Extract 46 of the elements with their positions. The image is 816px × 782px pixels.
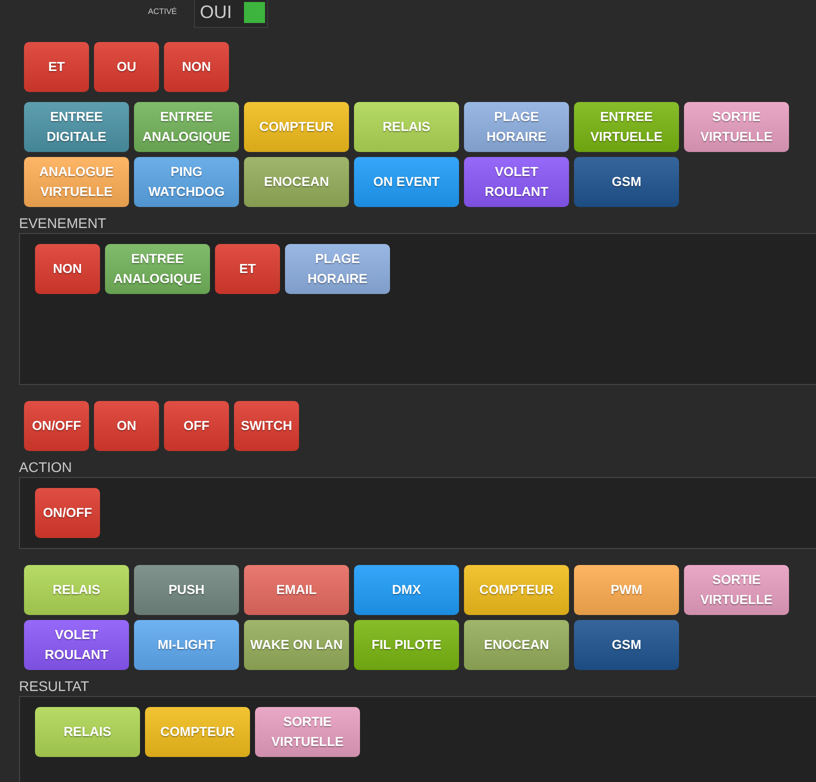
module-button[interactable]: GSM — [574, 620, 679, 670]
module-button[interactable]: ON — [94, 401, 159, 451]
module-button[interactable]: ENOCEAN — [244, 157, 349, 207]
module-button[interactable]: SWITCH — [234, 401, 299, 451]
active-toggle[interactable]: OUI — [194, 0, 268, 28]
module-button[interactable]: NON — [164, 42, 229, 92]
module-button[interactable]: DMX — [354, 565, 459, 615]
module-button[interactable]: NON — [35, 244, 100, 294]
module-button[interactable]: VOLET ROULANT — [464, 157, 569, 207]
module-button[interactable]: ENTREE DIGITALE — [24, 102, 129, 152]
module-button[interactable]: COMPTEUR — [145, 707, 250, 757]
section-title: RESULTAT — [19, 678, 90, 694]
section-title: EVENEMENT — [19, 215, 108, 231]
module-button[interactable]: OU — [94, 42, 159, 92]
active-label: ACTIVÉ — [148, 6, 177, 16]
module-button[interactable]: ON/OFF — [35, 488, 100, 538]
module-button[interactable]: ENOCEAN — [464, 620, 569, 670]
module-button[interactable]: PING WATCHDOG — [134, 157, 239, 207]
module-button[interactable]: RELAIS — [24, 565, 129, 615]
module-button[interactable]: MI-LIGHT — [134, 620, 239, 670]
module-button[interactable]: PLAGE HORAIRE — [285, 244, 390, 294]
module-button[interactable]: PWM — [574, 565, 679, 615]
module-button[interactable]: ENTREE VIRTUELLE — [574, 102, 679, 152]
module-button[interactable]: RELAIS — [35, 707, 140, 757]
module-button[interactable]: ENTREE ANALOGIQUE — [105, 244, 210, 294]
module-button[interactable]: SORTIE VIRTUELLE — [255, 707, 360, 757]
module-button[interactable]: OFF — [164, 401, 229, 451]
module-button[interactable]: GSM — [574, 157, 679, 207]
module-button[interactable]: ET — [24, 42, 89, 92]
module-button[interactable]: ANALOGUE VIRTUELLE — [24, 157, 129, 207]
module-button[interactable]: VOLET ROULANT — [24, 620, 129, 670]
module-button[interactable]: PUSH — [134, 565, 239, 615]
module-button[interactable]: COMPTEUR — [244, 102, 349, 152]
section-title: ACTION — [19, 459, 73, 475]
module-button[interactable]: ON EVENT — [354, 157, 459, 207]
module-button[interactable]: ON/OFF — [24, 401, 89, 451]
module-button[interactable]: RELAIS — [354, 102, 459, 152]
module-button[interactable]: ENTREE ANALOGIQUE — [134, 102, 239, 152]
module-button[interactable]: COMPTEUR — [464, 565, 569, 615]
module-button[interactable]: ET — [215, 244, 280, 294]
module-button[interactable]: PLAGE HORAIRE — [464, 102, 569, 152]
module-button[interactable]: SORTIE VIRTUELLE — [684, 565, 789, 615]
module-button[interactable]: EMAIL — [244, 565, 349, 615]
module-button[interactable]: FIL PILOTE — [354, 620, 459, 670]
module-button[interactable]: SORTIE VIRTUELLE — [684, 102, 789, 152]
module-button[interactable]: WAKE ON LAN — [244, 620, 349, 670]
